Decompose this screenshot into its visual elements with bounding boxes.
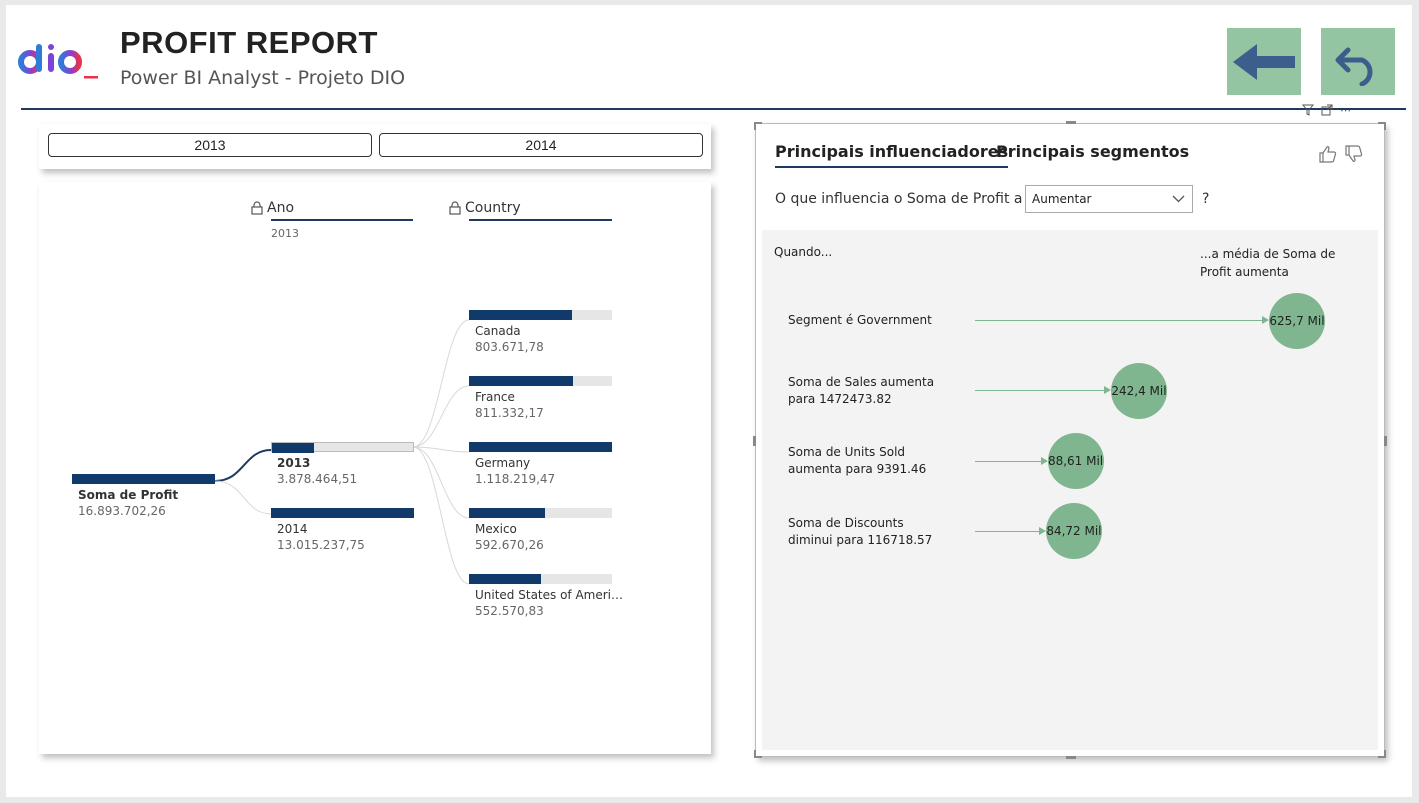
lock-icon <box>449 201 461 215</box>
node-bar <box>469 376 612 386</box>
influencer-bubble[interactable]: 88,61 Mil <box>1047 433 1104 489</box>
dropdown-value: Aumentar <box>1032 192 1092 206</box>
undo-icon <box>1335 47 1373 86</box>
chevron-down-icon <box>1172 195 1185 203</box>
year-slicer: 2013 2014 <box>39 124 711 169</box>
tab-principais-segmentos[interactable]: Principais segmentos <box>996 142 1189 161</box>
focus-mode-icon[interactable] <box>1321 104 1333 116</box>
decomposition-tree: Ano 2013 Country Soma de Profit 16.893.7… <box>39 182 711 754</box>
influencer-label: Soma de Units Sold aumenta para 9391.46 <box>788 445 927 476</box>
node-bar <box>271 442 414 453</box>
tree-node-country[interactable]: United States of Ameri… 552.570,83 <box>469 574 623 624</box>
node-bar <box>469 442 612 452</box>
node-value: 552.570,83 <box>475 604 544 618</box>
filter-icon[interactable] <box>1302 104 1314 116</box>
influencer-line <box>975 320 1262 321</box>
node-label: France <box>475 390 515 404</box>
node-value: 811.332,17 <box>475 406 544 420</box>
influencer-line <box>975 461 1041 462</box>
column-title-country: Country <box>465 200 521 216</box>
influencer-arrow <box>1038 527 1046 535</box>
node-bar <box>469 508 612 518</box>
report-subtitle: Power BI Analyst - Projeto DIO <box>120 67 406 89</box>
thumbs-down-icon[interactable] <box>1344 144 1364 164</box>
influencer-line <box>975 531 1039 532</box>
tree-node-year-2013[interactable]: 2013 3.878.464,51 <box>271 442 416 492</box>
node-label: United States of Ameri… <box>475 588 624 602</box>
node-label: Canada <box>475 324 521 338</box>
key-influencers-visual: Principais influenciadores Principais se… <box>753 121 1387 759</box>
node-label: Mexico <box>475 522 517 536</box>
column-underline <box>469 219 612 221</box>
report-page: PROFIT REPORT Power BI Analyst - Projeto… <box>6 5 1412 797</box>
column-title-ano: Ano <box>267 200 295 216</box>
tree-node-root[interactable]: Soma de Profit 16.893.702,26 <box>72 474 217 524</box>
average-label: ...a média de Soma de Profit aumenta <box>1200 247 1336 279</box>
node-value: 803.671,78 <box>475 340 544 354</box>
slicer-option-2014[interactable]: 2014 <box>379 133 703 157</box>
when-label: Quando... <box>774 245 833 259</box>
undo-button[interactable] <box>1321 28 1395 95</box>
node-label: Germany <box>475 456 531 470</box>
node-bar <box>72 474 215 484</box>
question-mark: ? <box>1202 191 1210 207</box>
influencer-bubble[interactable]: 84,72 Mil <box>1045 503 1102 559</box>
dio-logo <box>18 44 98 79</box>
node-bar <box>469 310 612 320</box>
influencer-label: Segment é Government <box>788 313 932 327</box>
node-value: 16.893.702,26 <box>78 504 166 518</box>
lock-icon <box>251 201 263 215</box>
node-bar <box>469 574 612 584</box>
column-header-country[interactable]: Country <box>449 200 521 216</box>
node-bar <box>271 508 414 518</box>
node-value: 592.670,26 <box>475 538 544 552</box>
more-options-icon[interactable]: ⋯ <box>1340 104 1352 117</box>
influencer-arrow <box>1262 316 1269 324</box>
influencers-panel: Quando... ...a média de Soma de Profit a… <box>762 230 1378 750</box>
influencer-arrow <box>1040 457 1048 465</box>
arrow-left-icon <box>1233 43 1295 80</box>
tree-node-country[interactable]: Mexico 592.670,26 <box>469 508 614 558</box>
tree-node-country[interactable]: France 811.332,17 <box>469 376 614 426</box>
slicer-option-2013[interactable]: 2013 <box>48 133 372 157</box>
node-label: 2013 <box>277 456 311 470</box>
report-title: PROFIT REPORT <box>120 25 378 60</box>
tree-node-country[interactable]: Canada 803.671,78 <box>469 310 614 360</box>
influencer-bubble[interactable]: 625,7 Mil <box>1269 293 1325 349</box>
back-button[interactable] <box>1227 28 1301 95</box>
node-value: 13.015.237,75 <box>277 538 365 552</box>
header-divider <box>21 108 1406 110</box>
tab-principais-influenciadores[interactable]: Principais influenciadores <box>775 142 1009 168</box>
node-value: 1.118.219,47 <box>475 472 556 486</box>
influencer-label: Soma de Discounts diminui para 116718.57 <box>788 516 933 547</box>
influencer-arrow <box>1103 386 1111 394</box>
thumbs-up-icon[interactable] <box>1318 144 1338 164</box>
direction-dropdown[interactable]: Aumentar <box>1025 185 1193 213</box>
tree-node-year-2014[interactable]: 2014 13.015.237,75 <box>271 508 416 558</box>
influencer-line <box>975 390 1104 391</box>
visual-header-toolbar: ⋯ <box>1302 103 1382 117</box>
node-label: 2014 <box>277 522 308 536</box>
column-filter-ano: 2013 <box>271 227 299 240</box>
node-label: Soma de Profit <box>78 488 179 502</box>
column-underline <box>271 219 413 221</box>
node-value: 3.878.464,51 <box>277 472 358 486</box>
tree-node-country[interactable]: Germany 1.118.219,47 <box>469 442 614 492</box>
question-text: O que influencia o Soma de Profit a <box>775 191 1023 207</box>
influencer-bubble[interactable]: 242,4 Mil <box>1110 363 1167 419</box>
influencer-label: Soma de Sales aumenta para 1472473.82 <box>788 375 935 406</box>
column-header-ano[interactable]: Ano <box>251 200 294 216</box>
